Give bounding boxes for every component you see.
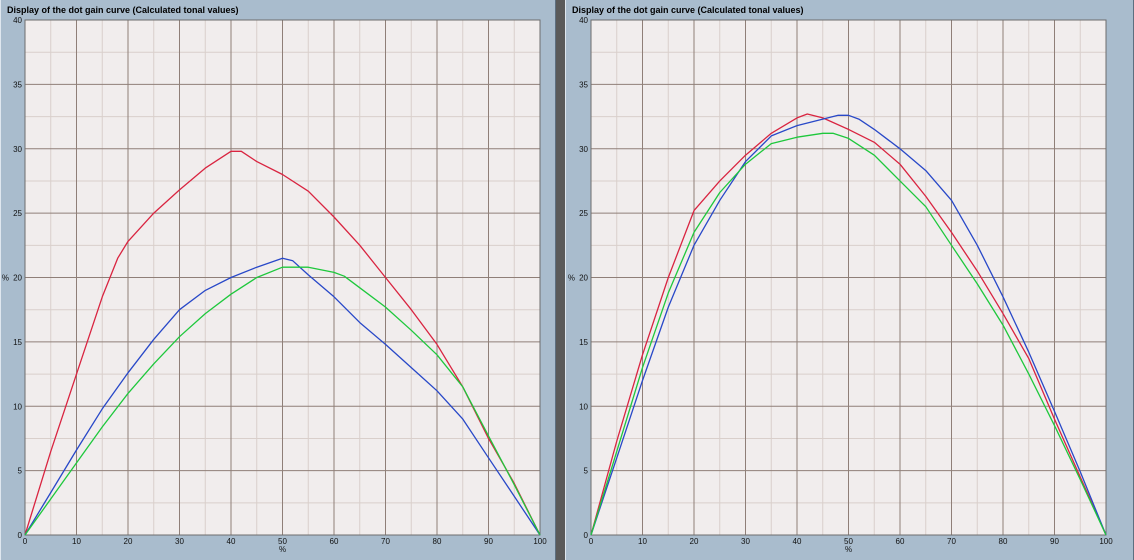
x-tick-label: 10: [638, 537, 647, 546]
x-tick-label: 40: [793, 537, 802, 546]
y-tick-label: 15: [13, 338, 22, 347]
x-tick-label: 90: [1050, 537, 1059, 546]
dot-gain-chart-right: 0 10 20 30 40 50 60 70 80 90 1000510152025303540%%: [568, 16, 1113, 554]
x-tick-label: 90: [484, 537, 493, 546]
y-tick-label: 20: [13, 274, 22, 283]
chart-panel-left: Display of the dot gain curve (Calculate…: [0, 0, 556, 560]
x-tick-label: 80: [433, 537, 442, 546]
y-tick-label: 0: [18, 531, 23, 540]
x-tick-label: 80: [999, 537, 1008, 546]
y-tick-label: 5: [584, 467, 589, 476]
y-tick-label: 35: [13, 80, 22, 89]
y-tick-label: 25: [13, 209, 22, 218]
x-tick-label: 60: [896, 537, 905, 546]
x-tick-label: 20: [124, 537, 133, 546]
chart-panel-right: Display of the dot gain curve (Calculate…: [565, 0, 1134, 560]
y-tick-label: 20: [579, 274, 588, 283]
x-tick-label: 0: [589, 537, 594, 546]
y-tick-label: 25: [579, 209, 588, 218]
x-axis-label: %: [845, 545, 852, 554]
x-tick-label: 40: [227, 537, 236, 546]
y-axis-label: %: [568, 274, 575, 283]
y-tick-label: 30: [13, 145, 22, 154]
x-tick-label: 60: [330, 537, 339, 546]
x-tick-label: 70: [381, 537, 390, 546]
y-tick-label: 10: [579, 402, 588, 411]
y-tick-label: 0: [584, 531, 589, 540]
x-tick-label: 0: [23, 537, 28, 546]
y-tick-label: 40: [579, 16, 588, 25]
x-tick-label: 30: [741, 537, 750, 546]
dot-gain-chart-left: 0 10 20 30 40 50 60 70 80 90 1000510152025303540%%: [2, 16, 547, 554]
x-tick-label: 100: [533, 537, 547, 546]
y-tick-label: 10: [13, 402, 22, 411]
y-tick-label: 35: [579, 80, 588, 89]
y-tick-label: 40: [13, 16, 22, 25]
y-tick-label: 15: [579, 338, 588, 347]
y-axis-label: %: [2, 274, 9, 283]
x-tick-label: 30: [175, 537, 184, 546]
x-tick-label: 100: [1099, 537, 1113, 546]
y-tick-label: 5: [18, 467, 23, 476]
x-tick-label: 20: [690, 537, 699, 546]
x-axis-label: %: [279, 545, 286, 554]
y-tick-label: 30: [579, 145, 588, 154]
x-tick-label: 70: [947, 537, 956, 546]
x-tick-label: 10: [72, 537, 81, 546]
